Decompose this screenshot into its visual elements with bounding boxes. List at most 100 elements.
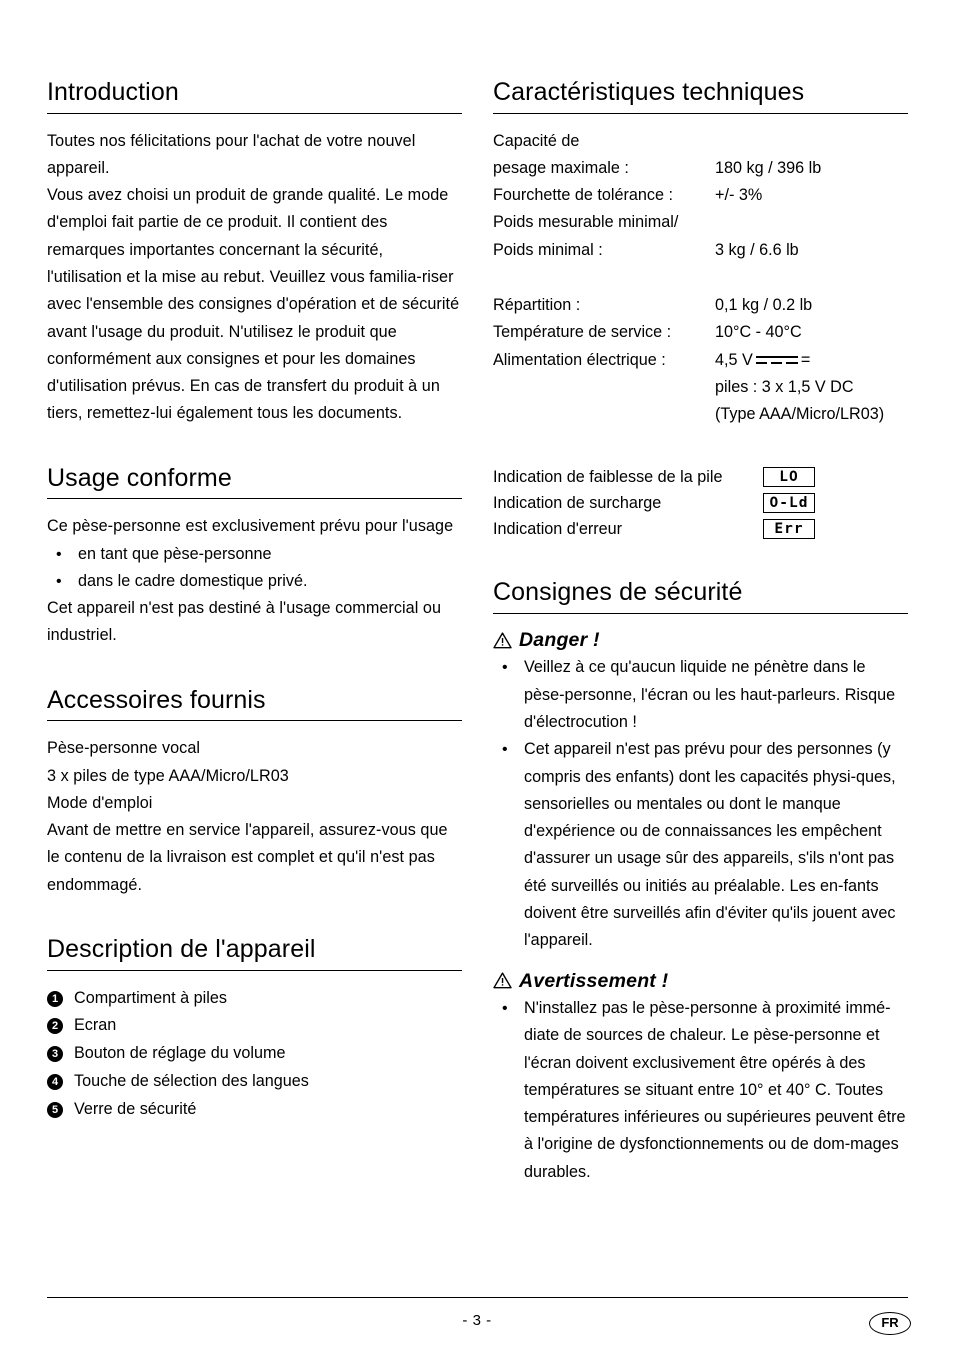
list-item: • Cet appareil n'est pas prévu pour des p… bbox=[493, 736, 908, 954]
spec-label: Capacité de bbox=[493, 131, 580, 150]
device-parts-list: 1 Compartiment à piles 2 Ecran 3 Bouton de … bbox=[47, 985, 462, 1124]
list-item: 4 Touche de sélection des langues bbox=[47, 1068, 462, 1096]
introduction-paragraph-2: Vous avez choisi un produit de grande qu… bbox=[47, 186, 460, 423]
section-caracteristiques-techniques: Caractéristiques techniques Capacité de … bbox=[493, 78, 908, 542]
spec-label: Poids minimal : bbox=[493, 240, 603, 259]
spec-value: 180 kg / 396 lb bbox=[715, 158, 822, 177]
spec-label: Température de service : bbox=[493, 323, 672, 342]
right-column: Caractéristiques techniques Capacité de … bbox=[493, 78, 908, 1186]
indicator-label: Indication de surcharge bbox=[493, 494, 662, 513]
spec-row: Capacité de bbox=[493, 128, 908, 155]
heading-rule bbox=[47, 498, 462, 500]
spec-row-power: Alimentation électrique : 4,5 V = bbox=[493, 347, 908, 374]
list-item: 5 Verre de sécurité bbox=[47, 1096, 462, 1124]
dc-power-icon bbox=[755, 352, 798, 366]
spec-value bbox=[715, 128, 908, 155]
list-item-label: Cet appareil n'est pas prévu pour des pe… bbox=[524, 740, 896, 950]
usage-outro-text: Cet appareil n'est pas destiné à l'usage… bbox=[47, 599, 441, 645]
power-battery-type: (Type AAA/Micro/LR03) bbox=[715, 405, 885, 424]
bullet-icon: • bbox=[502, 659, 508, 677]
warning-triangle-icon bbox=[493, 972, 512, 989]
heading-caracteristiques-techniques: Caractéristiques techniques bbox=[493, 78, 805, 106]
list-item-label: Bouton de réglage du volume bbox=[74, 1044, 286, 1063]
lcd-display-low-battery: LO bbox=[763, 467, 815, 488]
heading-rule bbox=[47, 112, 462, 114]
indicator-label: Indication d'erreur bbox=[493, 520, 623, 539]
heading-consignes-de-securite: Consignes de sécurité bbox=[493, 578, 743, 607]
spec-row: (Type AAA/Micro/LR03) bbox=[493, 401, 908, 428]
list-item: 2 Ecran bbox=[47, 1012, 462, 1040]
spec-value: 0,1 kg / 0.2 lb bbox=[715, 295, 813, 314]
danger-heading: Danger ! bbox=[493, 628, 908, 652]
list-item: • Veillez à ce qu'aucun liquide ne pénètr… bbox=[493, 654, 908, 736]
heading-usage-conforme: Usage conforme bbox=[47, 463, 232, 492]
warning-heading: Avertissement ! bbox=[493, 969, 908, 993]
spec-label-empty bbox=[493, 374, 715, 401]
bullet-icon: • bbox=[502, 741, 508, 759]
list-item-label: dans le cadre domestique privé. bbox=[78, 571, 308, 590]
danger-bullet-list: • Veillez à ce qu'aucun liquide ne pénètr… bbox=[493, 654, 908, 954]
section-consignes-de-securite: Consignes de sécurité Danger ! • Veillez … bbox=[493, 578, 908, 1186]
heading-accessoires-fournis: Accessoires fournis bbox=[47, 685, 266, 714]
number-badge-5: 5 bbox=[47, 1101, 63, 1118]
accessory-item: Mode d'emploi bbox=[47, 793, 153, 812]
spec-row: Température de service : 10°C - 40°C bbox=[493, 319, 908, 346]
heading-rule bbox=[47, 720, 462, 722]
introduction-paragraph-1: Toutes nos félicitations pour l'achat de… bbox=[47, 131, 416, 177]
usage-bullet-list: • en tant que pèse-personne • dans le cadr… bbox=[47, 541, 462, 596]
bullet-icon: • bbox=[56, 545, 62, 563]
lcd-display-error: Err bbox=[763, 519, 815, 540]
list-item: • N'installez pas le pèse-personne à prox… bbox=[493, 995, 908, 1186]
spec-label-empty bbox=[493, 401, 715, 428]
spec-row: Fourchette de tolérance : +/- 3% bbox=[493, 182, 908, 209]
spec-row: Répartition : 0,1 kg / 0.2 lb bbox=[493, 292, 908, 319]
list-item: • en tant que pèse-personne bbox=[47, 541, 462, 568]
list-item: • dans le cadre domestique privé. bbox=[47, 568, 462, 595]
indicator-label: Indication de faiblesse de la pile bbox=[493, 468, 723, 487]
spec-label: Répartition : bbox=[493, 295, 581, 314]
indicator-row: Indication d'erreur Err bbox=[493, 516, 908, 542]
lcd-display-overload: O-Ld bbox=[763, 493, 815, 514]
spec-row: Poids mesurable minimal/ bbox=[493, 209, 908, 236]
warning-title: Avertissement ! bbox=[519, 969, 669, 992]
heading-rule bbox=[493, 112, 908, 114]
spec-row: pesage maximale : 180 kg / 396 lb bbox=[493, 155, 908, 182]
spec-value: +/- 3% bbox=[715, 186, 763, 205]
number-badge-3: 3 bbox=[47, 1046, 63, 1063]
warning-triangle-icon bbox=[493, 632, 512, 649]
spec-label: Fourchette de tolérance : bbox=[493, 186, 673, 205]
accessory-item: 3 x piles de type AAA/Micro/LR03 bbox=[47, 766, 289, 785]
list-item-label: Veillez à ce qu'aucun liquide ne pénètre… bbox=[524, 658, 896, 731]
heading-rule bbox=[47, 969, 462, 971]
indicator-row: Indication de faiblesse de la pile LO bbox=[493, 464, 908, 490]
danger-title: Danger ! bbox=[519, 628, 600, 651]
spec-value bbox=[715, 209, 908, 236]
number-badge-1: 1 bbox=[47, 990, 63, 1007]
left-column: Introduction Toutes nos félicitations po… bbox=[47, 78, 462, 1124]
power-suffix: = bbox=[800, 350, 811, 369]
heading-rule bbox=[493, 612, 908, 614]
section-accessoires-fournis: Accessoires fournis Pèse-personne vocal … bbox=[47, 686, 462, 899]
warning-bullet-list: • N'installez pas le pèse-personne à prox… bbox=[493, 995, 908, 1186]
language-badge: FR bbox=[869, 1312, 911, 1335]
spec-label: Poids mesurable minimal/ bbox=[493, 213, 679, 232]
list-item: 3 Bouton de réglage du volume bbox=[47, 1040, 462, 1068]
spec-label: pesage maximale : bbox=[493, 158, 629, 177]
section-introduction: Introduction Toutes nos félicitations po… bbox=[47, 78, 462, 428]
indicator-row: Indication de surcharge O-Ld bbox=[493, 490, 908, 516]
list-item-label: Ecran bbox=[74, 1016, 117, 1035]
bullet-icon: • bbox=[502, 999, 508, 1017]
spec-value: 4,5 V = bbox=[715, 347, 908, 374]
power-batteries: piles : 3 x 1,5 V DC bbox=[715, 377, 854, 396]
accessory-item: Pèse-personne vocal bbox=[47, 739, 201, 758]
list-item-label: Compartiment à piles bbox=[74, 988, 227, 1007]
spec-value: 3 kg / 6.6 lb bbox=[715, 240, 799, 259]
spec-row: piles : 3 x 1,5 V DC bbox=[493, 374, 908, 401]
